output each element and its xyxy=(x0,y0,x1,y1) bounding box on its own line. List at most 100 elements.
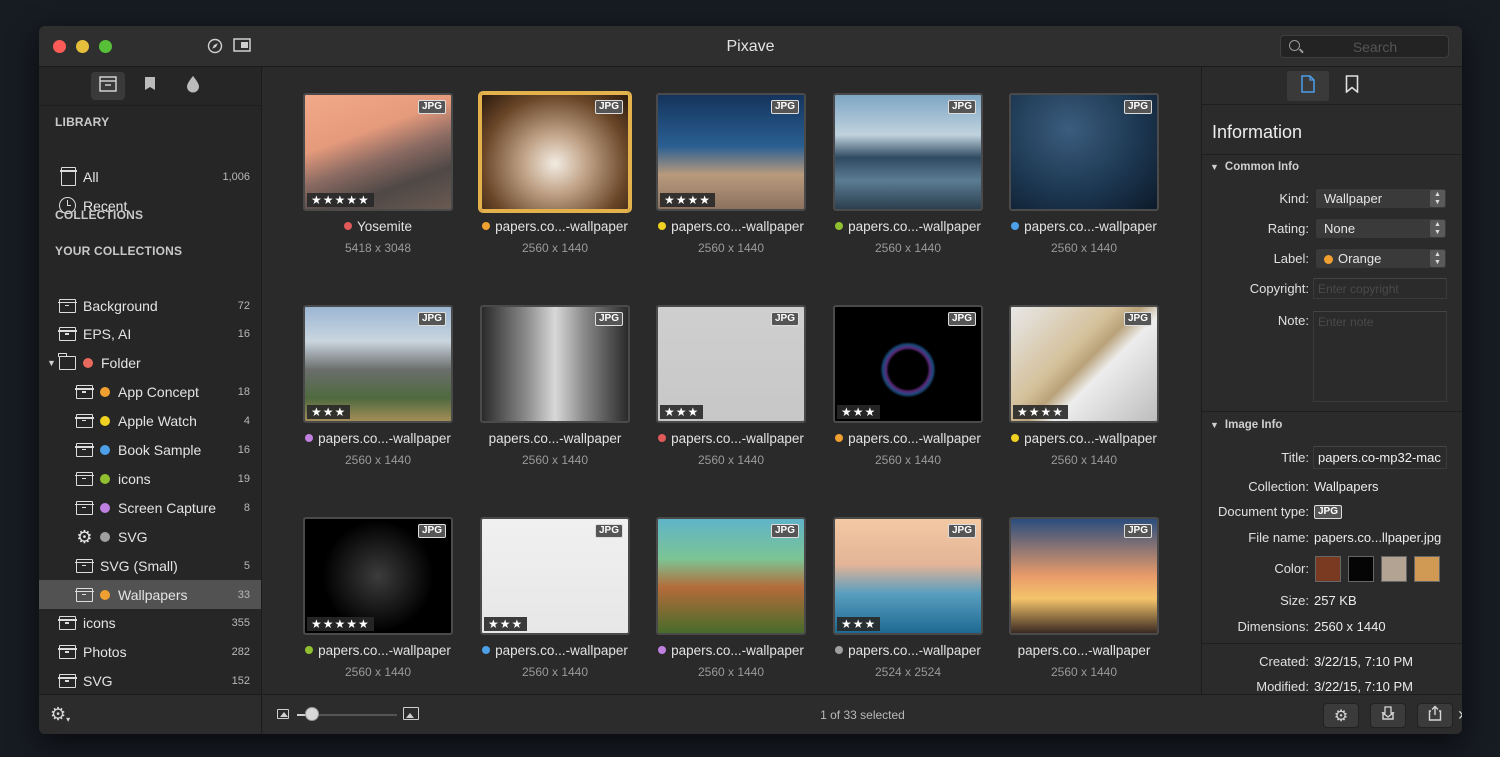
sidebar-item-label: EPS, AI xyxy=(83,326,132,343)
sidebar-item-label: Book Sample xyxy=(118,442,202,458)
select-arrows-icon: ▲ ▼ xyxy=(1430,220,1445,237)
sidebar-item-label: Folder xyxy=(101,355,141,372)
small-image-icon[interactable] xyxy=(277,709,289,719)
thumbnail-image[interactable]: JPG ★★★ xyxy=(833,305,983,423)
thumbnail-name-text: papers.co...-wallpaper xyxy=(848,219,981,234)
thumbnail-image[interactable]: JPG xyxy=(480,305,630,423)
thumbnail-image[interactable]: JPG ★★★★ xyxy=(1009,305,1159,423)
sidebar-item-label: Photos xyxy=(83,644,127,661)
sidebar-item-svg-small[interactable]: SVG (Small) 5 xyxy=(39,551,261,580)
kind-label: Kind: xyxy=(1279,191,1309,206)
thumbnail-image[interactable]: JPG xyxy=(656,517,806,635)
search-field[interactable] xyxy=(1280,35,1449,58)
tab-library[interactable] xyxy=(91,72,125,100)
label-color-dot xyxy=(1011,434,1020,442)
thumbnail-image[interactable]: JPG ★★★ xyxy=(480,517,630,635)
thumbnail-image[interactable]: JPG ★★★★★ xyxy=(303,93,453,211)
thumbnail-image[interactable]: JPG ★★★ xyxy=(656,305,806,423)
thumbnail-name: papers.co...-wallpaper xyxy=(281,643,475,658)
sidebar-item-svg[interactable]: ⚙ SVG xyxy=(39,522,261,551)
title-field[interactable] xyxy=(1313,446,1447,469)
color-swatch[interactable] xyxy=(1348,556,1374,582)
window-title: Pixave xyxy=(726,38,775,55)
thumbnail-dimensions: 2560 x 1440 xyxy=(521,665,589,679)
box-icon xyxy=(75,414,94,429)
sidebar-item-photos[interactable]: Photos 282 xyxy=(39,638,261,667)
thumbnail-image[interactable]: JPG ★★★ xyxy=(833,517,983,635)
tab-info[interactable] xyxy=(1287,71,1329,101)
share-button[interactable] xyxy=(1417,703,1453,728)
search-input[interactable] xyxy=(1307,38,1443,55)
gear-icon: ⚙ xyxy=(1333,707,1349,725)
tab-tags[interactable] xyxy=(133,72,167,100)
sidebar-item-count: 33 xyxy=(237,588,250,601)
document-type-badge: JPG xyxy=(1314,505,1343,519)
common-info-header[interactable]: ▼ Common Info xyxy=(1210,161,1299,173)
large-image-icon[interactable] xyxy=(403,707,419,720)
sidebar-item-eps-ai[interactable]: EPS, AI 16 xyxy=(39,320,261,349)
label-select[interactable]: Orange ▲ ▼ xyxy=(1315,248,1447,269)
sidebar-item-label: App Concept xyxy=(118,384,199,401)
thumbnail-image[interactable]: JPG xyxy=(1009,517,1159,635)
sidebar-item-icons[interactable]: icons 19 xyxy=(39,464,261,493)
label-color-dot xyxy=(482,646,491,654)
thumbnail-image[interactable]: JPG ★★★★★ xyxy=(303,517,453,635)
box-icon xyxy=(75,587,94,602)
thumbnail-image[interactable]: JPG xyxy=(480,93,630,211)
copyright-field[interactable] xyxy=(1313,278,1447,299)
thumbnail-name-text: papers.co...-wallpaper xyxy=(671,643,804,658)
orange-dot xyxy=(1324,255,1333,264)
tab-colors[interactable] xyxy=(176,72,210,100)
thumbnail-dimensions: 2560 x 1440 xyxy=(697,665,765,679)
sidebar-item-count: 282 xyxy=(231,646,250,659)
thumbnail-name: papers.co...-wallpaper xyxy=(458,431,652,446)
thumbnail-name-text: papers.co...-wallpaper xyxy=(318,643,451,658)
sidebar-item-app-concept[interactable]: App Concept 18 xyxy=(39,378,261,407)
image-info-header[interactable]: ▼ Image Info xyxy=(1210,419,1282,431)
note-field[interactable] xyxy=(1313,311,1447,402)
bookmark-icon xyxy=(1345,74,1359,98)
thumbnail-image[interactable]: JPG ★★★ xyxy=(303,305,453,423)
sidebar-item-label: SVG xyxy=(83,673,113,690)
sidebar-item-apple-watch[interactable]: Apple Watch 4 xyxy=(39,407,261,436)
file-type-badge: JPG xyxy=(417,312,446,326)
disclosure-triangle-icon: ▼ xyxy=(1210,162,1219,172)
kind-select[interactable]: Wallpaper ▲ ▼ xyxy=(1315,188,1447,209)
sidebar-item-icons[interactable]: icons 355 xyxy=(39,609,261,638)
zoom-slider-knob[interactable] xyxy=(305,707,319,721)
collection-value: Wallpapers xyxy=(1314,479,1379,494)
sidebar-item-svg[interactable]: SVG 152 xyxy=(39,667,261,694)
download-tray-icon xyxy=(1380,705,1396,726)
sidebar-item-count: 355 xyxy=(231,617,250,630)
sidebar-item-folder[interactable]: ▼ Folder xyxy=(39,349,261,378)
disclosure-triangle-icon[interactable]: ▼ xyxy=(47,358,56,368)
modified-label: Modified: xyxy=(1256,679,1309,694)
rating-select[interactable]: None ▲ ▼ xyxy=(1315,218,1447,239)
color-swatch[interactable] xyxy=(1315,556,1341,582)
thumbnail-image[interactable]: JPG xyxy=(833,93,983,211)
sidebar-item-count: 152 xyxy=(231,675,250,688)
sidebar-item-book-sample[interactable]: Book Sample 16 xyxy=(39,436,261,465)
thumbnail-name: papers.co...-wallpaper xyxy=(458,643,652,658)
chevron-right-icon[interactable]: › xyxy=(1458,704,1462,725)
gear-icon[interactable]: ⚙▾ xyxy=(50,704,70,725)
sidebar-item-wallpapers[interactable]: Wallpapers 33 xyxy=(39,580,261,609)
inspector-title: Information xyxy=(1212,122,1303,142)
thumbnail-dimensions: 2524 x 2524 xyxy=(874,665,942,679)
thumbnail-name: papers.co...-wallpaper xyxy=(634,643,828,658)
divider xyxy=(1202,643,1462,644)
color-swatch[interactable] xyxy=(1381,556,1407,582)
sidebar-item-background[interactable]: Background 72 xyxy=(39,291,261,320)
thumbnail-image[interactable]: JPG ★★★★ xyxy=(656,93,806,211)
color-swatch[interactable] xyxy=(1414,556,1440,582)
tab-bookmarks[interactable] xyxy=(1331,71,1373,101)
sidebar-item-all[interactable]: All 1,006 xyxy=(39,162,261,191)
thumbnail-image[interactable]: JPG xyxy=(1009,93,1159,211)
sidebar-item-screen-capture[interactable]: Screen Capture 8 xyxy=(39,493,261,522)
thumbnail-name-text: papers.co...-wallpaper xyxy=(848,431,981,446)
folder-icon xyxy=(58,353,76,371)
settings-button[interactable]: ⚙ xyxy=(1323,703,1359,728)
label-color-dot xyxy=(100,589,110,600)
import-button[interactable] xyxy=(1370,703,1406,728)
kind-value: Wallpaper xyxy=(1324,191,1383,206)
